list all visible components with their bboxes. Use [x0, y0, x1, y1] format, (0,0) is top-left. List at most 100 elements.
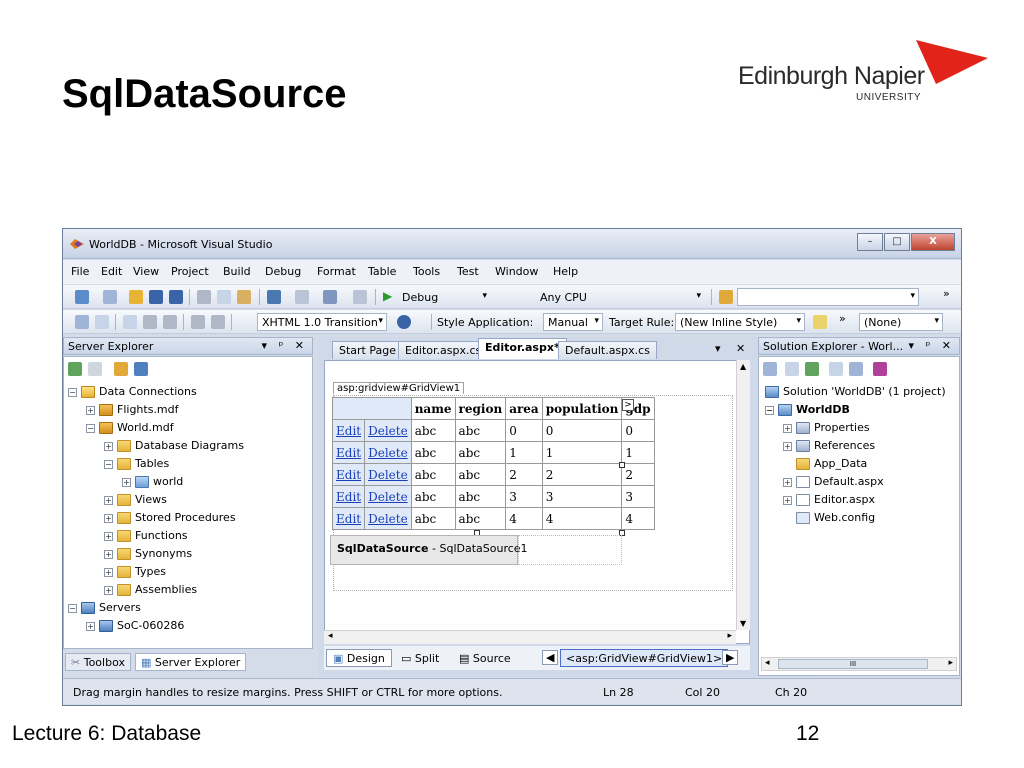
expand-icon[interactable]: +	[783, 477, 792, 487]
style-application-select[interactable]: Manual ▾	[543, 313, 603, 331]
tree-node[interactable]: Web.config	[796, 511, 875, 529]
menu-project[interactable]: Project	[171, 265, 209, 278]
tab-editor-aspx-cs[interactable]: Editor.aspx.cs	[398, 341, 489, 359]
save-all-icon[interactable]	[169, 290, 183, 304]
target-rule-select[interactable]: (New Inline Style) ▾	[675, 313, 805, 331]
resize-handle[interactable]	[619, 462, 625, 468]
properties-icon[interactable]	[763, 362, 777, 376]
validate-icon[interactable]	[123, 315, 137, 329]
tree-node[interactable]: + Flights.mdf	[86, 403, 179, 421]
tree-node[interactable]: + Assemblies	[104, 583, 197, 601]
save-icon[interactable]	[149, 290, 163, 304]
expand-icon[interactable]: +	[86, 621, 95, 631]
tree-node[interactable]: + Editor.aspx	[783, 493, 875, 511]
tab-toolbox[interactable]: ✂ Toolbox	[65, 653, 131, 671]
toolbar-overflow-icon[interactable]: »	[839, 312, 846, 325]
collapse-icon[interactable]: −	[68, 387, 77, 397]
toggle-icon[interactable]	[95, 315, 109, 329]
menu-format[interactable]: Format	[317, 265, 356, 278]
tree-node[interactable]: − Tables	[104, 457, 169, 475]
gridview[interactable]: name region area population gdp Edit Del…	[331, 397, 655, 530]
tree-node[interactable]: + Default.aspx	[783, 475, 884, 493]
tree-node[interactable]: + References	[783, 439, 875, 457]
tree-node[interactable]: − Data Connections	[68, 385, 197, 403]
find-in-files-icon[interactable]	[719, 290, 733, 304]
outdent-icon[interactable]	[143, 315, 157, 329]
vertical-scrollbar[interactable]: ▲ ▼	[736, 360, 750, 630]
scroll-thumb[interactable]: III	[778, 659, 928, 669]
scroll-up-icon[interactable]: ▲	[740, 362, 746, 371]
tab-editor-aspx[interactable]: Editor.aspx*	[478, 338, 567, 359]
tag-nav-forward-icon[interactable]: ▶	[722, 650, 739, 665]
add-item-icon[interactable]	[103, 290, 117, 304]
tag-navigator-item[interactable]: <asp:GridView#GridView1>	[560, 649, 729, 667]
refresh-icon[interactable]	[68, 362, 82, 376]
smart-tag-button[interactable]: >	[622, 399, 634, 411]
doctype-select[interactable]: XHTML 1.0 Transition ▾	[257, 313, 387, 331]
asp-net-configuration-icon[interactable]	[873, 362, 887, 376]
maximize-button[interactable]: □	[884, 233, 910, 251]
tag-nav-back-icon[interactable]: ◀	[542, 650, 559, 665]
menu-help[interactable]: Help	[553, 265, 578, 278]
stop-icon[interactable]	[88, 362, 102, 376]
expand-icon[interactable]: +	[104, 495, 113, 505]
refresh-icon[interactable]	[805, 362, 819, 376]
tree-node[interactable]: + Functions	[104, 529, 188, 547]
start-debugging-icon[interactable]: ▶	[383, 289, 392, 303]
horizontal-scrollbar[interactable]: ◂ III ▸	[761, 657, 957, 671]
comment-icon[interactable]	[191, 315, 205, 329]
tree-node[interactable]: + Synonyms	[104, 547, 192, 565]
expand-icon[interactable]: +	[783, 423, 792, 433]
check-accessibility-icon[interactable]	[397, 315, 411, 329]
menu-build[interactable]: Build	[223, 265, 251, 278]
source-view-button[interactable]: ▤ Source	[452, 649, 518, 667]
navigate-forward-icon[interactable]	[353, 290, 367, 304]
menu-window[interactable]: Window	[495, 265, 538, 278]
uncomment-icon[interactable]	[211, 315, 225, 329]
expand-icon[interactable]: +	[783, 441, 792, 451]
format-icon[interactable]	[75, 315, 89, 329]
expand-icon[interactable]: +	[104, 549, 113, 559]
delete-link[interactable]: Delete	[368, 490, 408, 504]
split-view-button[interactable]: ▭ Split	[394, 649, 446, 667]
delete-link[interactable]: Delete	[368, 446, 408, 460]
collapse-icon[interactable]: −	[68, 603, 77, 613]
tree-node[interactable]: + Views	[104, 493, 167, 511]
scroll-right-icon[interactable]: ▸	[948, 658, 953, 668]
tab-default-aspx-cs[interactable]: Default.aspx.cs	[558, 341, 657, 359]
copy-icon[interactable]	[217, 290, 231, 304]
panel-window-buttons[interactable]: ▾ ᵖ ✕	[262, 339, 308, 352]
tree-node[interactable]: − Servers	[68, 601, 141, 619]
tree-node[interactable]: Solution 'WorldDB' (1 project)	[765, 385, 946, 403]
expand-icon[interactable]: +	[104, 567, 113, 577]
tree-node[interactable]: + Properties	[783, 421, 870, 439]
navigate-backward-icon[interactable]	[323, 290, 337, 304]
style-select[interactable]: (None) ▾	[859, 313, 943, 331]
tab-server-explorer[interactable]: ▦ Server Explorer	[135, 653, 247, 671]
expand-icon[interactable]: +	[104, 513, 113, 523]
scroll-down-icon[interactable]: ▼	[740, 619, 746, 628]
expand-icon[interactable]: +	[783, 495, 792, 505]
expand-icon[interactable]: +	[86, 405, 95, 415]
tree-node[interactable]: + Types	[104, 565, 166, 583]
expand-icon[interactable]: +	[122, 477, 131, 487]
tree-node[interactable]: + Database Diagrams	[104, 439, 244, 457]
collapse-icon[interactable]: −	[765, 405, 774, 415]
open-icon[interactable]	[129, 290, 143, 304]
scroll-left-icon[interactable]: ◂	[765, 658, 770, 668]
tree-node[interactable]: − WorldDB	[765, 403, 850, 421]
toolbar-overflow-icon[interactable]: »	[943, 287, 950, 300]
show-all-files-icon[interactable]	[785, 362, 799, 376]
menu-view[interactable]: View	[133, 265, 159, 278]
tree-node[interactable]: + SoC-060286	[86, 619, 184, 637]
menu-file[interactable]: File	[71, 265, 89, 278]
connect-to-server-icon[interactable]	[134, 362, 148, 376]
menu-edit[interactable]: Edit	[101, 265, 122, 278]
connect-to-database-icon[interactable]	[114, 362, 128, 376]
new-project-icon[interactable]	[75, 290, 89, 304]
design-view-button[interactable]: ▣ Design	[326, 649, 392, 667]
scroll-right-icon[interactable]: ▸	[727, 631, 732, 641]
view-code-icon[interactable]	[829, 362, 843, 376]
view-designer-icon[interactable]	[849, 362, 863, 376]
delete-link[interactable]: Delete	[368, 468, 408, 482]
